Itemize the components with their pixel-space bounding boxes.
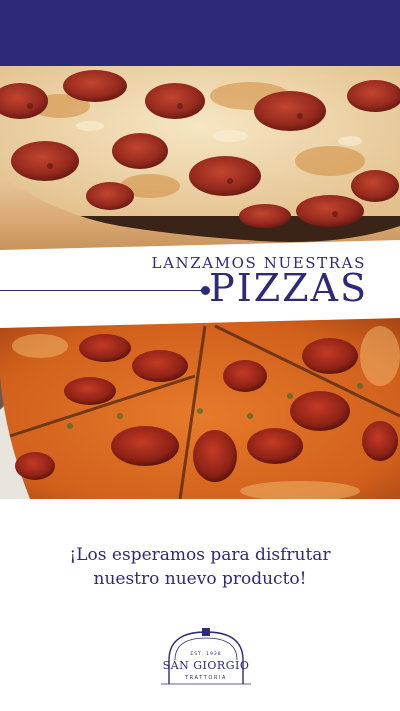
pizza-photo-bottom (0, 316, 400, 499)
sliced-pepperoni-pizza-photo (0, 316, 400, 499)
logo-established: EST. 1938 (190, 652, 222, 657)
logo-subtitle: TRATTORIA (184, 675, 228, 681)
invitation-line-1: ¡Los esperamos para disfrutar (69, 545, 331, 565)
brand-logo: EST. 1938 SAN GIORGIO TRATTORIA (157, 626, 255, 688)
top-color-band (0, 0, 400, 66)
headline-title: PIZZAS (209, 266, 368, 310)
invitation-text: ¡Los esperamos para disfrutar nuestro nu… (0, 543, 400, 591)
divider-line (0, 290, 205, 291)
divider-dot (201, 286, 210, 295)
invitation-line-2: nuestro nuevo producto! (93, 569, 307, 589)
pizza-photo-top (0, 66, 400, 251)
logo-name: SAN GIORGIO (162, 659, 250, 672)
pepperoni-pizza-closeup-photo (0, 66, 400, 251)
